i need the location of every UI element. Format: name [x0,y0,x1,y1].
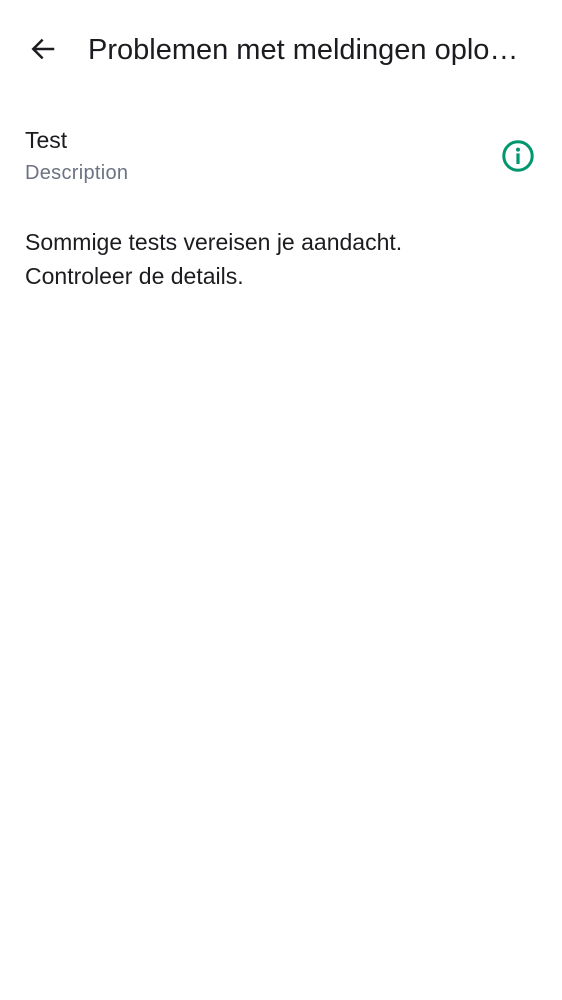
test-title: Test [25,127,68,153]
arrow-back-icon [28,34,58,69]
status-message: Sommige tests vereisen je aandacht. Cont… [25,225,545,293]
status-message-line-2: Controleer de details. [25,263,244,289]
page-title: Problemen met meldingen oplo… [88,34,519,66]
info-circle-icon [500,138,536,179]
test-list-item[interactable]: Test Description [0,116,562,200]
back-button[interactable] [17,25,69,77]
status-message-line-1: Sommige tests vereisen je aandacht. [25,229,403,255]
test-description: Description [25,162,129,184]
test-info-button[interactable] [490,130,546,186]
app-bar: Problemen met meldingen oplo… [0,0,562,100]
